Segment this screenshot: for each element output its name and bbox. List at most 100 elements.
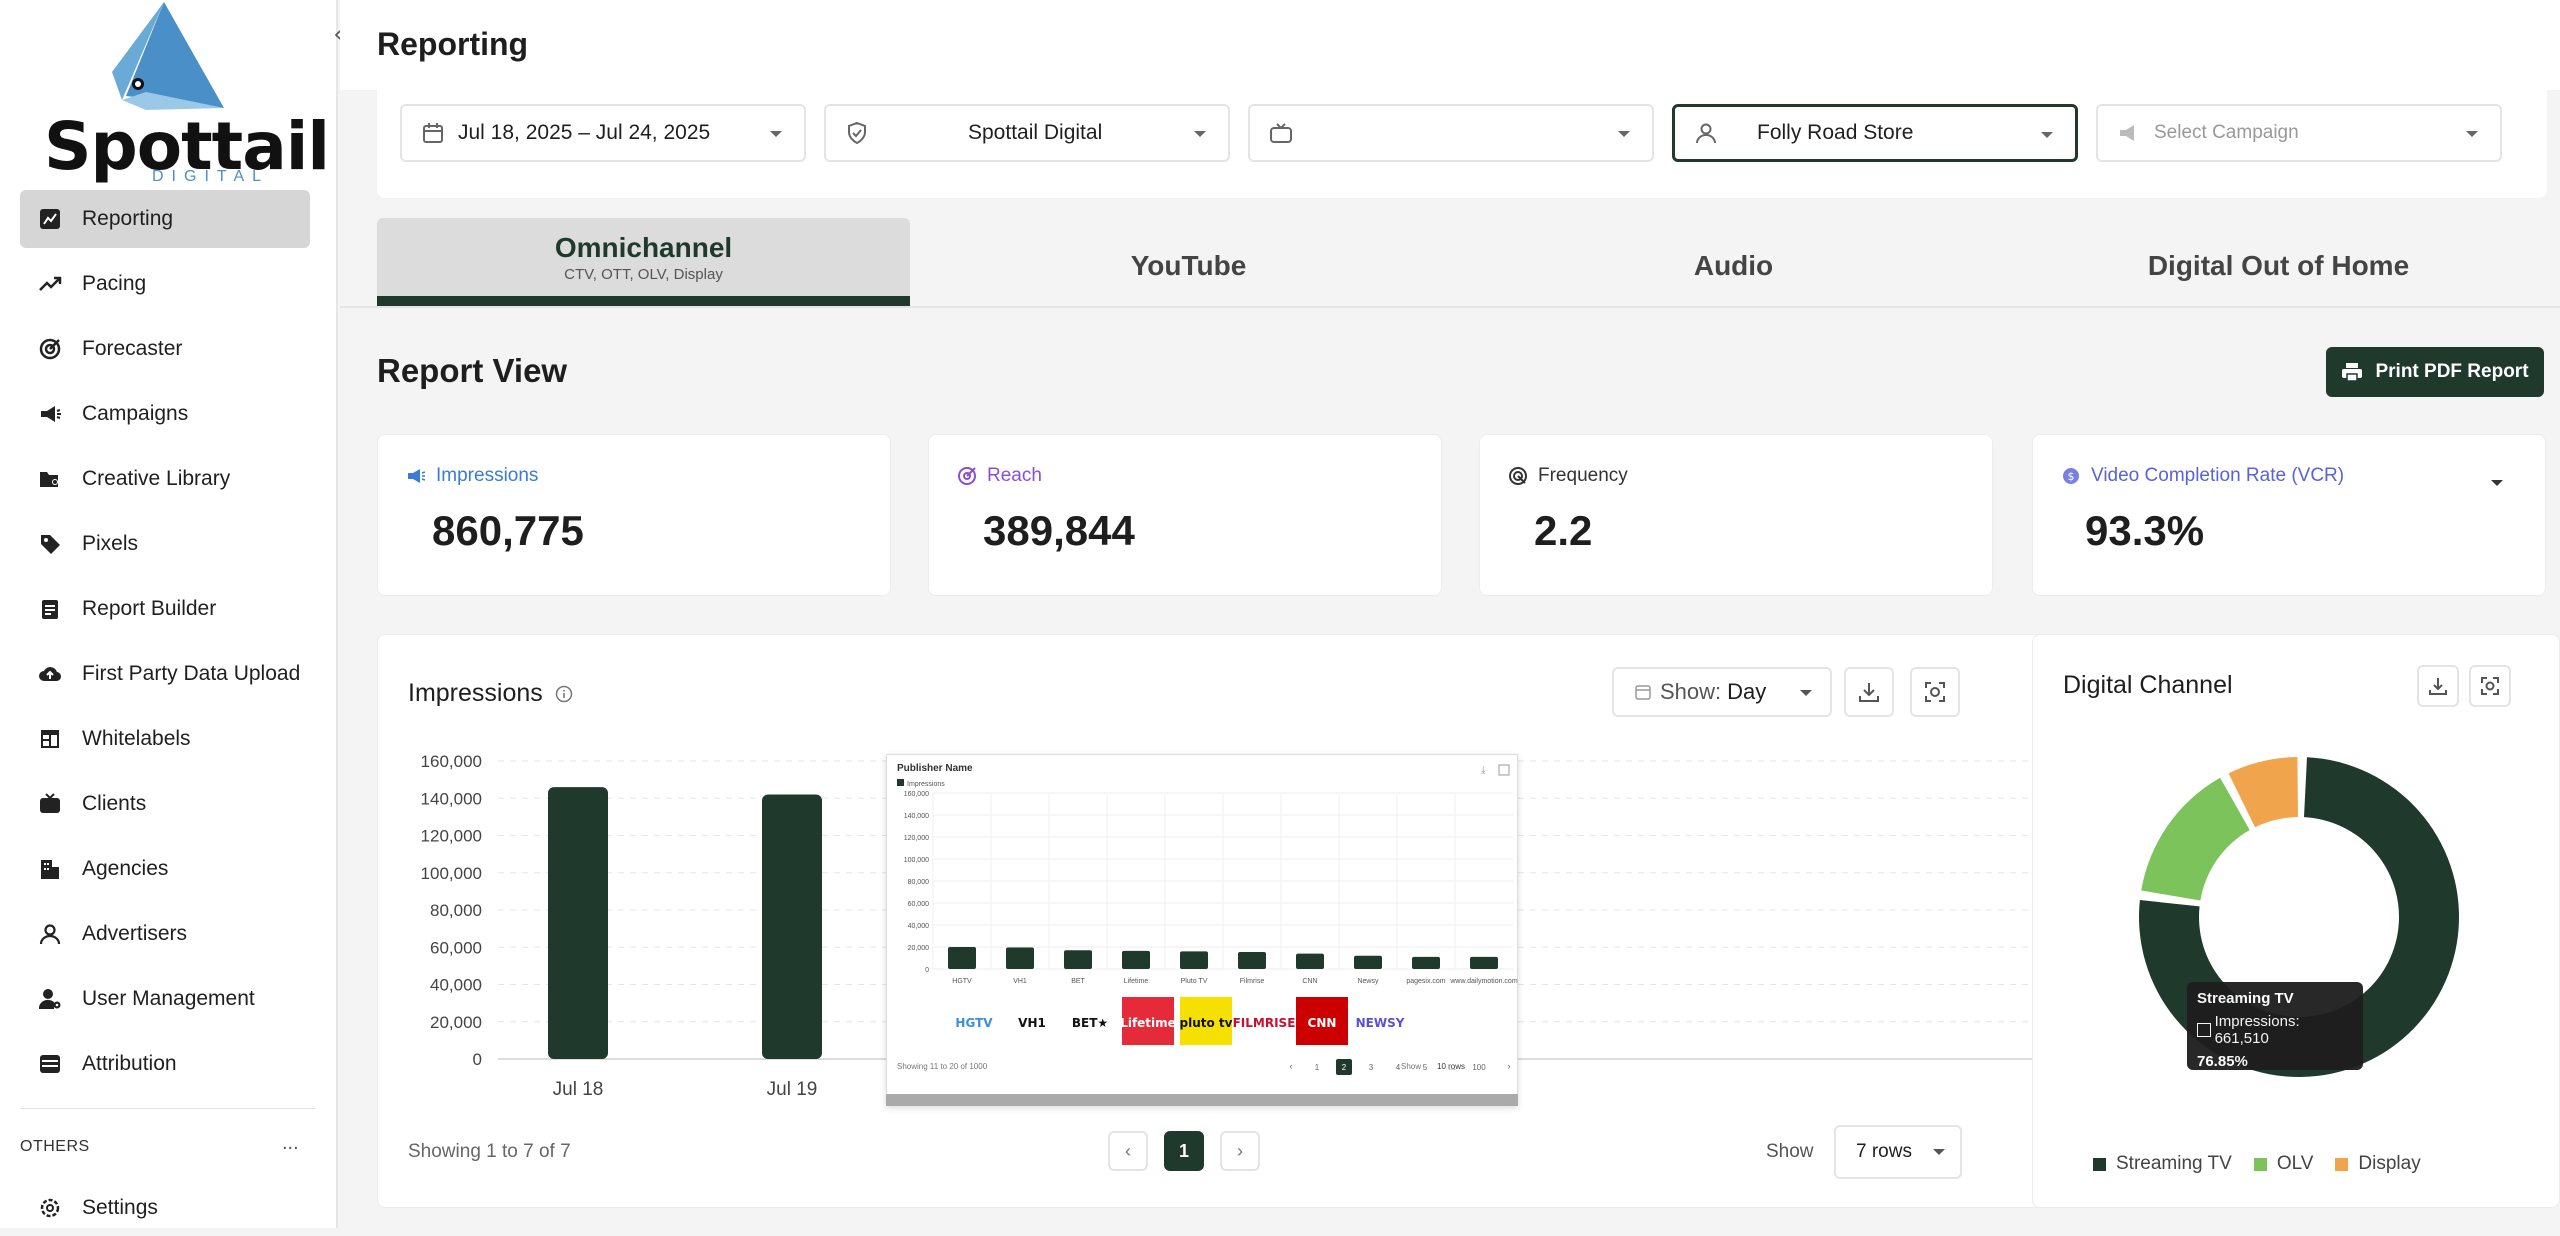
tab-label: Digital Out of Home [2147,250,2410,281]
tab-divider [340,306,2560,308]
sidebar-item-campaigns[interactable]: Campaigns [20,385,310,443]
prev-page-button[interactable]: ‹ [1108,1131,1148,1171]
legend-label: Impressions [907,781,945,788]
tag-icon [36,530,64,558]
sidebar-item-first-party-data-upload[interactable]: First Party Data Upload [20,645,310,703]
channel-filter[interactable] [1248,104,1654,162]
page-number: 5 [1423,1063,1428,1072]
x-tick-label: Filmrise [1240,978,1265,985]
kpi-card-reach: Reach 389,844 [928,434,1442,596]
next-page-icon: › [1508,1061,1511,1071]
sidebar-item-label: Clients [82,792,147,815]
sidebar-item-whitelabels[interactable]: Whitelabels [20,710,310,768]
sidebar-item-report-builder[interactable]: Report Builder [20,580,310,638]
sidebar-item-user-management[interactable]: User Management [20,970,310,1028]
sidebar-item-pacing[interactable]: Pacing [20,255,310,313]
calendar-icon [420,120,446,146]
legend-swatch [2335,1157,2349,1171]
rows-select[interactable]: 7 rows [1834,1125,1962,1179]
sidebar-item-label: Agencies [82,857,169,880]
person-icon [36,920,64,948]
clipboard-icon [36,595,64,623]
sidebar-item-forecaster[interactable]: Forecaster [20,320,310,378]
sidebar-item-label: Forecaster [82,337,183,360]
publisher-logo: BET★ [1072,1016,1108,1030]
y-tick-label: 120,000 [904,835,929,842]
y-tick-label: 40,000 [908,923,930,930]
sidebar: Spottail DIGITAL ‹ Reporting Pacing Fore… [0,0,343,1228]
kpi-label: Impressions [436,465,539,486]
date-range-filter[interactable]: Jul 18, 2025 – Jul 24, 2025 [400,104,806,162]
shield-icon [844,120,870,146]
bar [1180,951,1208,969]
campaign-filter[interactable]: Select Campaign [2096,104,2502,162]
rows-label: Show [1401,1062,1421,1071]
page-number: 3 [1369,1063,1374,1072]
others-more-icon[interactable]: ... [282,1132,299,1155]
screenshot-icon [1498,764,1510,776]
sidebar-item-label: Whitelabels [82,727,191,750]
prev-page-icon: ‹ [1290,1061,1293,1071]
sidebar-item-clients[interactable]: Clients [20,775,310,833]
legend-swatch [897,779,904,786]
folder-user-icon [36,465,64,493]
megaphone-icon [36,400,64,428]
legend-label: Display [2358,1153,2421,1174]
tab-audio[interactable]: Audio [1467,218,2000,306]
print-pdf-button[interactable]: Print PDF Report [2326,347,2544,397]
kpi-card-vcr[interactable]: $ Video Completion Rate (VCR) 93.3% [2032,434,2546,596]
tv-icon [36,790,64,818]
y-tick-label: 40,000 [430,976,482,995]
next-page-button[interactable]: › [1220,1131,1260,1171]
y-tick-label: 60,000 [430,938,482,957]
spottail-logo[interactable]: Spottail DIGITAL [34,0,330,190]
printer-icon [2342,363,2363,382]
layout-icon [36,725,64,753]
rows-value: 7 rows [1856,1141,1912,1162]
y-tick-label: 0 [925,967,929,974]
sidebar-item-creative-library[interactable]: Creative Library [20,450,310,508]
dollar-circle-icon: $ [2061,466,2081,486]
sidebar-item-label: Creative Library [82,467,231,490]
tab-digital-out-of-home[interactable]: Digital Out of Home [2012,218,2545,306]
building-icon [36,855,64,883]
sidebar-item-attribution[interactable]: Attribution [20,1035,310,1093]
sidebar-item-advertisers[interactable]: Advertisers [20,905,310,963]
date-range-value: Jul 18, 2025 – Jul 24, 2025 [458,121,711,144]
bar [948,947,976,969]
chevron-down-icon [1194,131,1206,137]
bar [1354,955,1382,969]
organization-filter[interactable]: Spottail Digital [824,104,1230,162]
chevron-down-icon [2041,132,2053,138]
bar [548,787,608,1059]
publisher-chart-title: Publisher Name [897,763,973,774]
bar [1470,956,1498,969]
top-bar: Reporting [340,0,2560,90]
sidebar-item-agencies[interactable]: Agencies [20,840,310,898]
channel-tabs: Omnichannel CTV, OTT, OLV, Display YouTu… [377,218,2557,306]
donut-slice [2141,777,2250,901]
kpi-card-impressions: Impressions 860,775 [377,434,891,596]
chevron-down-icon[interactable] [2489,475,2505,491]
publisher-logo: pluto tv [1180,1016,1233,1030]
kpi-card-frequency: Frequency 2.2 [1479,434,1993,596]
sidebar-item-reporting[interactable]: Reporting [20,190,310,248]
page-button[interactable]: 1 [1164,1131,1204,1171]
tab-youtube[interactable]: YouTube [922,218,1455,306]
tab-label: Audio [1693,250,1774,281]
legend-swatch [2253,1157,2267,1171]
cloud-upload-icon [36,660,64,688]
others-heading: OTHERS [20,1138,90,1155]
megaphone-icon [2116,120,2142,146]
overlay-scrollbar[interactable] [886,1094,1518,1106]
kpi-value: 2.2 [1534,507,1593,554]
organization-value: Spottail Digital [968,121,1103,144]
tab-omnichannel[interactable]: Omnichannel CTV, OTT, OLV, Display [377,218,910,306]
chevron-down-icon [2466,131,2478,137]
sidebar-item-pixels[interactable]: Pixels [20,515,310,573]
y-tick-label: 120,000 [421,827,482,846]
advertiser-filter[interactable]: Folly Road Store [1672,104,2078,162]
person-icon [1693,120,1719,146]
y-tick-label: 100,000 [904,857,929,864]
page-number: 100 [1472,1063,1486,1072]
